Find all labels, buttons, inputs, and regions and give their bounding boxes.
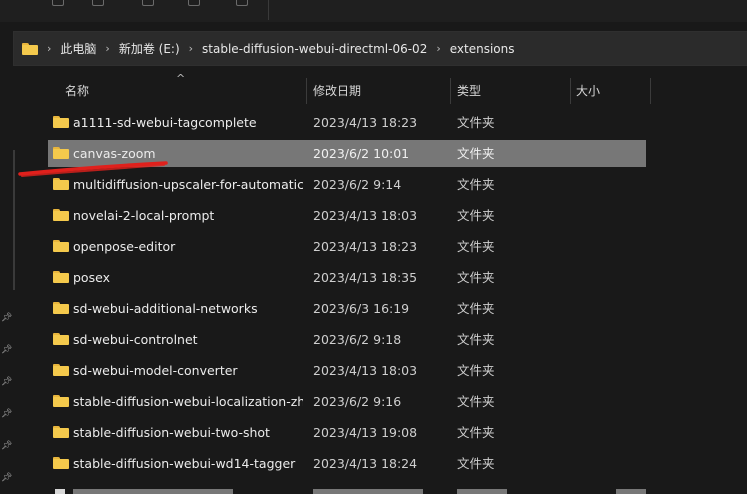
file-name: novelai-2-local-prompt: [73, 208, 215, 223]
column-divider[interactable]: [650, 78, 651, 104]
folder-icon: [53, 271, 69, 283]
command-bar: [0, 0, 747, 22]
folder-icon: [53, 240, 69, 252]
folder-icon: [53, 395, 69, 407]
file-modified-date: 2023/4/13 19:08: [313, 425, 418, 440]
pin-icon[interactable]: 📌︎: [1, 314, 12, 323]
chevron-right-icon[interactable]: ›: [47, 42, 51, 55]
file-modified-date: 2023/6/3 16:19: [313, 301, 410, 316]
list-item[interactable]: canvas-zoom 2023/6/2 10:01 文件夹: [48, 140, 646, 167]
file-type: 文件夹: [457, 115, 495, 130]
file-type: 文件夹: [457, 208, 495, 223]
folder-icon: [53, 302, 69, 314]
pin-icon[interactable]: 📌︎: [1, 378, 12, 387]
file-type: 文件夹: [457, 363, 495, 378]
toolbar-rename-icon[interactable]: [188, 0, 200, 6]
folder-icon: [53, 147, 69, 159]
column-header-size[interactable]: 大小: [576, 78, 600, 104]
file-name: stable-diffusion-webui-localization-zh..…: [73, 394, 303, 409]
folder-icon: [53, 116, 69, 128]
file-modified-date: 2023/6/2 10:01: [313, 146, 410, 161]
list-item[interactable]: stable-diffusion-webui-localization-zh..…: [48, 388, 646, 415]
file-modified-date: 2023/6/2 9:18: [313, 332, 402, 347]
sort-up-icon: ^: [176, 72, 186, 85]
column-header-row: ^ 名称 修改日期 类型 大小: [48, 72, 658, 104]
file-name: posex: [73, 270, 110, 285]
list-item[interactable]: sd-webui-controlnet 2023/6/2 9:18 文件夹: [48, 326, 646, 353]
file-type: 文件夹: [457, 301, 495, 316]
breadcrumb-webui-folder[interactable]: stable-diffusion-webui-directml-06-02: [202, 42, 427, 56]
folder-icon: [53, 426, 69, 438]
column-header-type[interactable]: 类型: [457, 78, 481, 104]
file-modified-date: 2023/6/2 9:14: [313, 177, 402, 192]
file-name: stable-diffusion-webui-two-shot: [73, 425, 270, 440]
file-name: sd-webui-controlnet: [73, 332, 198, 347]
pin-icon[interactable]: 📌︎: [1, 410, 12, 419]
toolbar-cut-icon[interactable]: [52, 0, 64, 6]
folder-icon: [53, 364, 69, 376]
file-name: sd-webui-model-converter: [73, 363, 238, 378]
document-icon: [55, 489, 65, 494]
column-header-name[interactable]: 名称: [65, 78, 89, 104]
file-type: 文件夹: [457, 177, 495, 192]
file-modified-date: 2023/4/13 18:35: [313, 270, 418, 285]
file-name: sd-webui-additional-networks: [73, 301, 258, 316]
file-modified-date: 2023/4/13 18:23: [313, 115, 418, 130]
address-bar[interactable]: › 此电脑 › 新加卷 (E:) › stable-diffusion-webu…: [13, 31, 747, 66]
file-name: multidiffusion-upscaler-for-automatic...: [73, 177, 303, 192]
list-item[interactable]: sd-webui-model-converter 2023/4/13 18:03 文…: [48, 357, 646, 384]
toolbar-divider: [268, 0, 269, 20]
file-name: a1111-sd-webui-tagcomplete: [73, 115, 257, 130]
list-item[interactable]: posex 2023/4/13 18:35 文件夹: [48, 264, 646, 291]
toolbar-delete-icon[interactable]: [236, 0, 248, 6]
folder-icon: [22, 42, 38, 55]
breadcrumb-extensions[interactable]: extensions: [450, 42, 515, 56]
chevron-right-icon[interactable]: ›: [436, 42, 440, 55]
list-item[interactable]: multidiffusion-upscaler-for-automatic...…: [48, 171, 646, 198]
chevron-right-icon[interactable]: ›: [105, 42, 109, 55]
file-modified-date: 2023/4/13 18:23: [313, 239, 418, 254]
column-divider[interactable]: [450, 78, 451, 104]
file-type: 文件夹: [457, 270, 495, 285]
chevron-right-icon[interactable]: ›: [189, 42, 193, 55]
pin-icon[interactable]: 📌︎: [1, 346, 12, 355]
file-modified-date: 2023/4/13 18:03: [313, 208, 418, 223]
folder-icon: [53, 209, 69, 221]
list-item[interactable]: openpose-editor 2023/4/13 18:23 文件夹: [48, 233, 646, 260]
column-header-modified[interactable]: 修改日期: [313, 78, 361, 104]
folder-icon: [53, 457, 69, 469]
nav-pane-scrollbar[interactable]: [13, 150, 15, 290]
list-item[interactable]: a1111-sd-webui-tagcomplete 2023/4/13 18:2…: [48, 109, 646, 136]
file-modified-date: 2023/4/13 18:03: [313, 363, 418, 378]
file-type: 文件夹: [457, 239, 495, 254]
file-type: 文件夹: [457, 456, 495, 471]
file-modified-date: 2023/6/2 9:16: [313, 394, 402, 409]
list-item[interactable]: stable-diffusion-webui-two-shot 2023/4/13…: [48, 419, 646, 446]
column-divider[interactable]: [306, 78, 307, 104]
list-item[interactable]: novelai-2-local-prompt 2023/4/13 18:03 文件夹: [48, 202, 646, 229]
folder-icon: [53, 333, 69, 345]
file-name: canvas-zoom: [73, 146, 156, 161]
breadcrumb-this-pc[interactable]: 此电脑: [60, 40, 96, 57]
file-modified-date: 2023/4/13 18:24: [313, 456, 418, 471]
pin-icon[interactable]: 📌︎: [1, 474, 12, 483]
file-type: 文件夹: [457, 332, 495, 347]
file-name: stable-diffusion-webui-wd14-tagger: [73, 456, 296, 471]
pin-icon[interactable]: 📌︎: [1, 442, 12, 451]
list-item-cut-off[interactable]: [48, 489, 648, 494]
folder-icon: [53, 178, 69, 190]
file-type: 文件夹: [457, 146, 495, 161]
list-item[interactable]: sd-webui-additional-networks 2023/6/3 16:…: [48, 295, 646, 322]
file-type: 文件夹: [457, 425, 495, 440]
navigation-pane: 📌︎ 📌︎ 📌︎ 📌︎ 📌︎ 📌︎: [0, 66, 13, 494]
list-item[interactable]: stable-diffusion-webui-wd14-tagger 2023/4…: [48, 450, 646, 477]
toolbar-paste-icon[interactable]: [142, 0, 154, 6]
file-type: 文件夹: [457, 394, 495, 409]
breadcrumb-drive[interactable]: 新加卷 (E:): [119, 40, 180, 57]
column-divider[interactable]: [570, 78, 571, 104]
file-name: openpose-editor: [73, 239, 176, 254]
toolbar-copy-icon[interactable]: [92, 0, 104, 6]
